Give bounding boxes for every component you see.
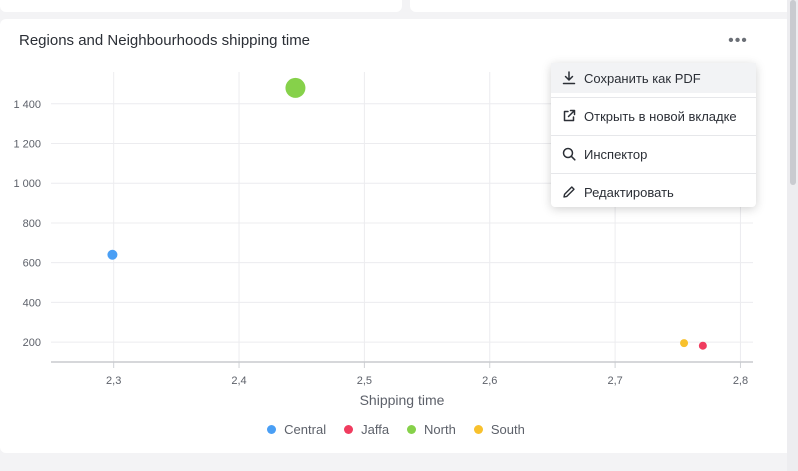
legend-label: North [424, 422, 456, 437]
x-tick-label: 2,8 [733, 375, 748, 387]
legend-label: Central [284, 422, 327, 437]
menu-divider [551, 173, 756, 174]
chart-legend: Central Jaffa North South [0, 422, 792, 437]
legend-item-north[interactable]: North [405, 422, 458, 437]
legend-item-central[interactable]: Central [265, 422, 328, 437]
legend-dot [267, 425, 277, 434]
x-tick-label: 2,6 [482, 375, 497, 387]
x-axis-label: Shipping time [360, 392, 445, 408]
menu-item-save-pdf[interactable]: Сохранить как PDF [551, 63, 756, 93]
options-menu: Сохранить как PDF Открыть в новой вкладк… [551, 63, 756, 207]
y-tick-label: 600 [23, 258, 41, 270]
legend-dot [473, 425, 483, 434]
y-tick-label: 200 [23, 337, 41, 349]
x-tick-label: 2,4 [231, 375, 246, 387]
menu-item-label: Инспектор [584, 146, 648, 162]
menu-item-inspector[interactable]: Инспектор [551, 139, 756, 169]
scrollbar-thumb[interactable] [790, 0, 796, 185]
search-icon [561, 146, 577, 162]
x-tick-label: 2,5 [357, 375, 372, 387]
pencil-icon [561, 184, 577, 200]
top-left-card [0, 0, 402, 12]
legend-item-jaffa[interactable]: Jaffa [342, 422, 391, 437]
menu-divider [551, 97, 756, 98]
legend-label: South [490, 422, 525, 437]
external-link-icon [561, 108, 577, 124]
legend-item-south[interactable]: South [472, 422, 527, 437]
data-point-jaffa [698, 341, 707, 350]
legend-dot [344, 425, 354, 434]
x-tick-label: 2,7 [607, 375, 622, 387]
menu-item-label: Редактировать [584, 184, 674, 200]
data-point-south [680, 339, 689, 348]
legend-label: Jaffa [361, 422, 390, 437]
menu-item-label: Сохранить как PDF [584, 70, 701, 86]
data-point-north [285, 77, 306, 98]
y-tick-label: 800 [23, 218, 41, 230]
legend-dot [407, 425, 417, 434]
menu-divider [551, 135, 756, 136]
menu-item-edit[interactable]: Редактировать [551, 177, 756, 207]
top-right-card [410, 0, 793, 12]
menu-item-label: Открыть в новой вкладке [584, 108, 737, 124]
y-tick-label: 1 400 [13, 99, 41, 111]
y-tick-label: 1 000 [13, 178, 41, 190]
x-tick-label: 2,3 [106, 375, 121, 387]
y-tick-label: 400 [23, 297, 41, 309]
data-point-central [107, 249, 118, 260]
download-icon [561, 70, 577, 86]
y-tick-label: 1 200 [13, 139, 41, 151]
menu-item-open-new-tab[interactable]: Открыть в новой вкладке [551, 101, 756, 131]
